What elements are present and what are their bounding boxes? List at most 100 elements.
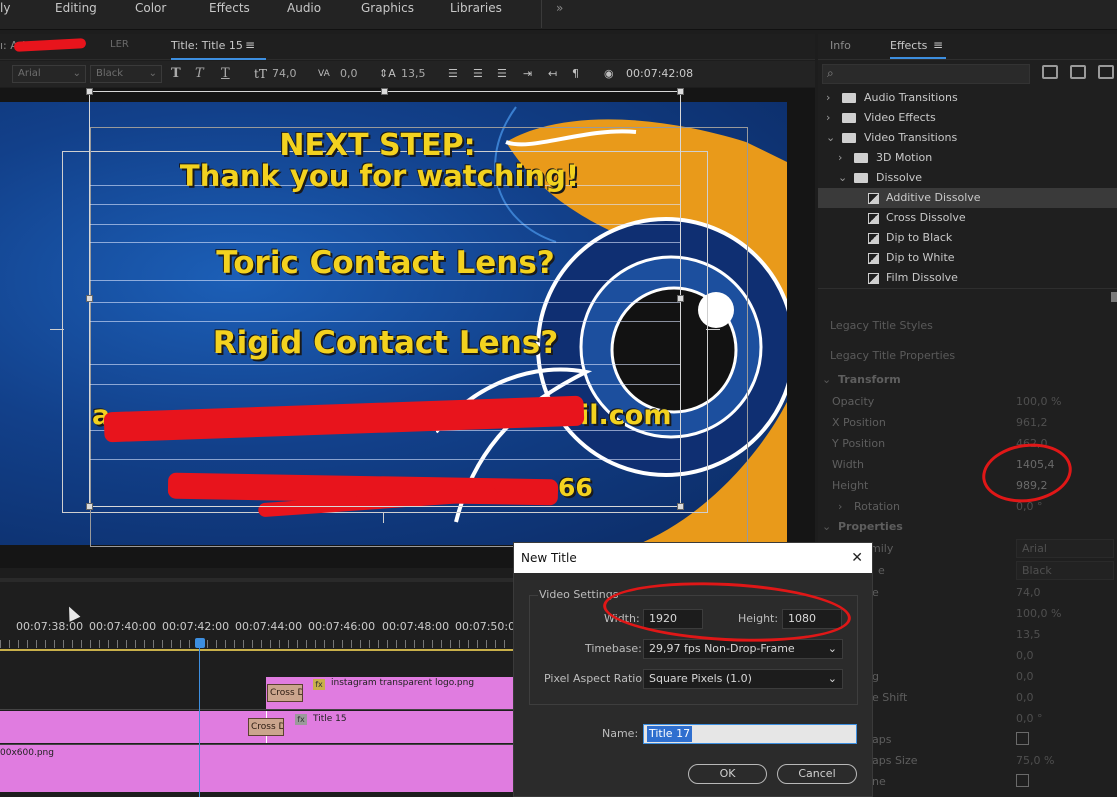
font-family-field[interactable]: Arial	[1016, 539, 1114, 558]
cancel-button[interactable]: Cancel	[777, 764, 857, 784]
chevron-down-icon[interactable]: ⌄	[822, 520, 831, 533]
fx-badge-icon: fx	[313, 679, 325, 690]
scrollbar-thumb[interactable]	[1111, 292, 1117, 302]
workspace-tab-effects[interactable]: Effects	[209, 0, 250, 18]
text-selection-box[interactable]	[89, 91, 681, 507]
effects-tree-item[interactable]: Dip to Black	[818, 228, 1117, 248]
small-caps-checkbox[interactable]	[1016, 732, 1029, 745]
cross-dissolve-transition[interactable]: Cross Di	[248, 718, 284, 736]
cross-dissolve-transition[interactable]: Cross Di	[267, 684, 303, 702]
align-left-icon[interactable]: ☰	[448, 61, 458, 87]
effects-panel-tabs: Info Effects ≡	[818, 34, 1117, 60]
effects-tree-item[interactable]: › Video Effects	[818, 108, 1117, 128]
pixel-aspect-ratio-select[interactable]: Square Pixels (1.0) ⌄	[643, 669, 843, 689]
kerning-value[interactable]: 0,0	[340, 61, 358, 87]
timecode-value[interactable]: 00:07:42:08	[626, 61, 693, 87]
font-size-field[interactable]: 74,0	[1016, 582, 1041, 603]
chevron-right-icon[interactable]: ›	[838, 496, 842, 517]
leading-field[interactable]: 13,5	[1016, 624, 1041, 645]
align-right-icon[interactable]: ☰	[497, 61, 507, 87]
slant-field[interactable]: 0,0 °	[1016, 708, 1043, 729]
playhead-handle[interactable]	[195, 638, 205, 648]
folder-icon	[842, 88, 864, 108]
workspace-tab-graphics[interactable]: Graphics	[361, 0, 414, 18]
effects-tree-item[interactable]: Cross Dissolve	[818, 208, 1117, 228]
workspace-tab-libraries[interactable]: Libraries	[450, 0, 502, 18]
title-tab-menu-icon[interactable]: ≡	[245, 38, 255, 52]
tab-effects[interactable]: Effects	[890, 39, 927, 52]
accelerated-effects-icon[interactable]	[1042, 65, 1058, 79]
chevron-down-icon: ⌄	[827, 642, 837, 655]
effects-tree-item[interactable]: › 3D Motion	[818, 148, 1117, 168]
ok-button[interactable]: OK	[688, 764, 767, 784]
effects-tree-item[interactable]: ⌄ Video Transitions	[818, 128, 1117, 148]
baseline-shift-field[interactable]: 0,0	[1016, 687, 1034, 708]
effects-search-input[interactable]: ⌕	[822, 64, 1030, 84]
small-caps-size-field[interactable]: 75,0 %	[1016, 750, 1054, 771]
time-ruler[interactable]	[0, 640, 514, 648]
opacity-value[interactable]: 100,0 %	[1016, 391, 1061, 412]
close-icon[interactable]: ✕	[851, 543, 863, 573]
aspect-field[interactable]: 100,0 %	[1016, 603, 1061, 624]
resize-handle[interactable]	[677, 503, 684, 510]
kerning-field[interactable]: 0,0	[1016, 645, 1034, 666]
font-size-value[interactable]: 74,0	[272, 61, 297, 87]
paragraph-icon[interactable]: ¶	[572, 61, 579, 87]
x-position-value[interactable]: 961,2	[1016, 412, 1048, 433]
font-style-field[interactable]: Black	[1016, 561, 1114, 580]
32-bit-effects-icon[interactable]	[1070, 65, 1086, 79]
chevron-right-icon[interactable]: ›	[826, 88, 830, 108]
properties-section-label[interactable]: Properties	[838, 520, 903, 533]
effects-tree-item[interactable]: › Audio Transitions	[818, 88, 1117, 108]
resize-handle[interactable]	[86, 88, 93, 95]
resize-handle[interactable]	[677, 295, 684, 302]
chevron-right-icon[interactable]: ›	[826, 108, 830, 128]
font-style-select[interactable]: Black ⌄	[90, 65, 162, 83]
effects-tree-item[interactable]: Dip to White	[818, 248, 1117, 268]
legacy-title-properties-label[interactable]: Legacy Title Properties	[830, 349, 955, 362]
yuv-effects-icon[interactable]	[1098, 65, 1114, 79]
legacy-title-styles-label[interactable]: Legacy Title Styles	[830, 319, 933, 332]
bold-button[interactable]: T	[171, 61, 181, 87]
underline-button[interactable]: T	[221, 61, 230, 87]
align-center-icon[interactable]: ☰	[473, 61, 483, 87]
work-area-bar[interactable]	[0, 649, 514, 651]
effects-tree-item[interactable]: Additive Dissolve	[818, 188, 1117, 208]
transition-icon	[868, 188, 885, 208]
leading-value[interactable]: 13,5	[401, 61, 426, 87]
tab-stop-left-icon[interactable]: ↤	[548, 61, 557, 87]
timebase-select[interactable]: 29,97 fps Non-Drop-Frame ⌄	[643, 639, 843, 659]
title-tab-label[interactable]: Title: Title 15	[171, 39, 243, 52]
chevron-right-icon[interactable]: ›	[838, 148, 842, 168]
effects-menu-icon[interactable]: ≡	[933, 38, 943, 52]
workspace-tab-color[interactable]: Color	[135, 0, 166, 18]
workspace-tab-assembly[interactable]: ly	[0, 0, 10, 18]
resize-handle[interactable]	[677, 88, 684, 95]
resize-handle[interactable]	[86, 295, 93, 302]
timeline-top-bar	[0, 578, 514, 582]
tracking-label: g	[872, 670, 879, 683]
transform-section-label[interactable]: Transform	[838, 373, 901, 386]
effects-tree-item[interactable]: Film Dissolve	[818, 268, 1117, 288]
workspace-tab-audio[interactable]: Audio	[287, 0, 321, 18]
font-family-value: Arial	[18, 68, 41, 79]
tab-info[interactable]: Info	[830, 39, 851, 52]
italic-button[interactable]: T	[195, 61, 204, 87]
chevron-down-icon[interactable]: ⌄	[838, 168, 847, 188]
workspace-overflow-icon[interactable]: »	[556, 0, 563, 18]
chevron-down-icon[interactable]: ⌄	[826, 128, 835, 148]
resize-handle[interactable]	[381, 88, 388, 95]
tracking-field[interactable]: 0,0	[1016, 666, 1034, 687]
clip-background-image[interactable]	[0, 745, 514, 792]
effects-tree-item[interactable]: ⌄ Dissolve	[818, 168, 1117, 188]
resize-handle[interactable]	[86, 503, 93, 510]
font-family-select[interactable]: Arial ⌄	[12, 65, 86, 83]
underline-checkbox[interactable]	[1016, 774, 1029, 787]
name-label: Name:	[602, 727, 639, 740]
name-input[interactable]: Title 17	[643, 724, 857, 744]
title-designer-stage[interactable]: NEXT STEP: Thank you for watching! Toric…	[0, 88, 815, 568]
tab-stops-icon[interactable]: ⇥	[523, 61, 532, 87]
workspace-tab-editing[interactable]: Editing	[55, 0, 97, 18]
timeline-panel: 00:07:38:00 00:07:40:00 00:07:42:00 00:0…	[0, 578, 522, 797]
chevron-down-icon[interactable]: ⌄	[822, 373, 831, 386]
